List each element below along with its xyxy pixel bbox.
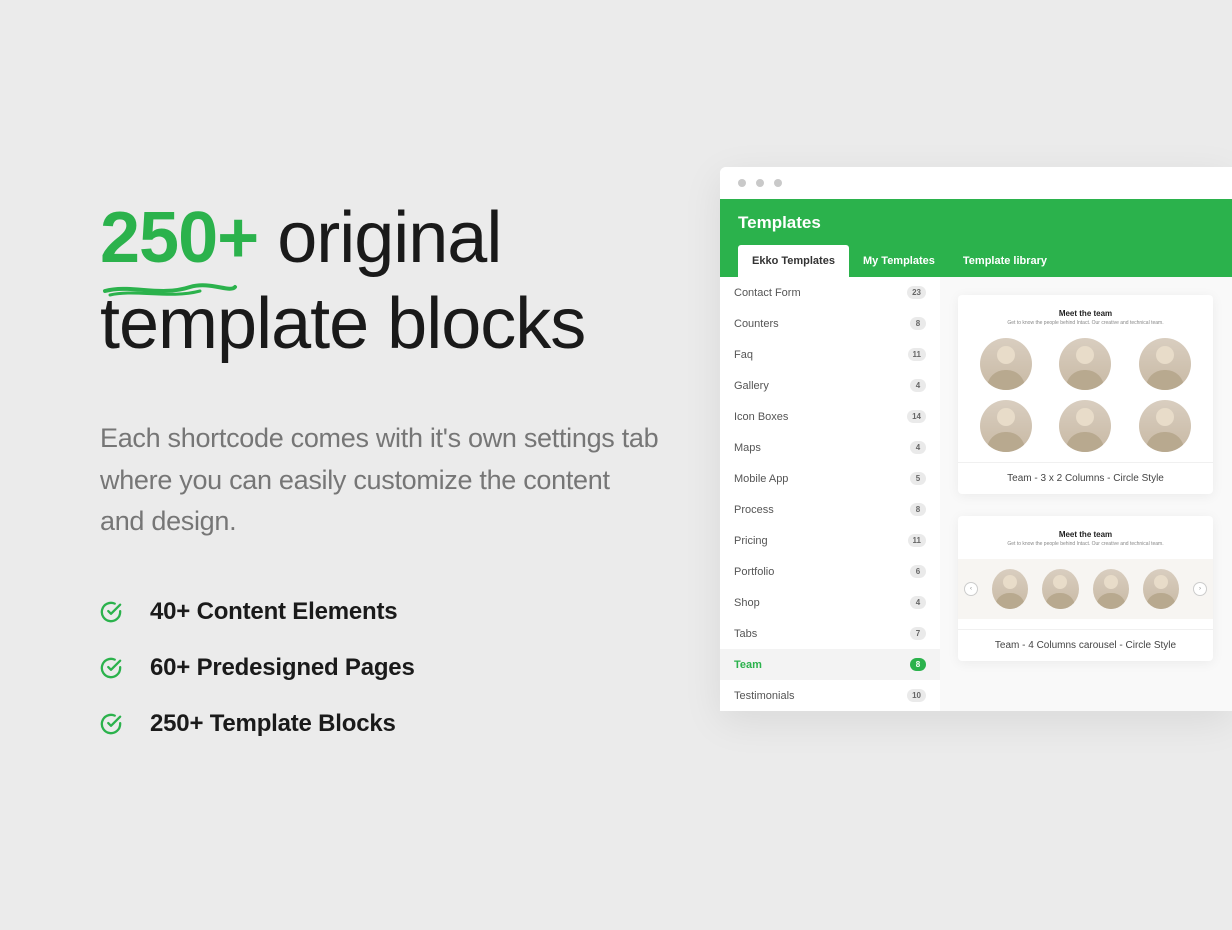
sidebar-item-icon-boxes[interactable]: Icon Boxes 14 — [720, 401, 940, 432]
preview-caption: Team - 4 Columns carousel - Circle Style — [958, 629, 1213, 661]
sidebar-item-label: Mobile App — [734, 473, 788, 485]
subtext: Each shortcode comes with it's own setti… — [100, 418, 660, 544]
count-badge: 6 — [910, 565, 926, 578]
avatar — [980, 400, 1032, 452]
preview-inner: Meet the team Get to know the people beh… — [958, 516, 1213, 629]
sidebar-item-mobile-app[interactable]: Mobile App 5 — [720, 463, 940, 494]
count-badge: 8 — [910, 503, 926, 516]
avatar — [1143, 569, 1179, 609]
feature-item: 250+ Template Blocks — [100, 710, 660, 738]
tab-my-templates[interactable]: My Templates — [849, 245, 949, 277]
preview-sub: Get to know the people behind Intact. Ou… — [974, 320, 1197, 326]
sidebar-item-pricing[interactable]: Pricing 11 — [720, 525, 940, 556]
avatar — [1059, 338, 1111, 390]
tab-template-library[interactable]: Template library — [949, 245, 1061, 277]
sidebar-item-label: Counters — [734, 318, 779, 330]
sidebar-item-label: Shop — [734, 597, 760, 609]
sidebar-item-label: Gallery — [734, 380, 769, 392]
count-badge: 14 — [907, 410, 926, 423]
sidebar-item-label: Contact Form — [734, 287, 801, 299]
templates-title: Templates — [738, 213, 1214, 233]
count-badge: 8 — [910, 658, 926, 671]
feature-text: 60+ Predesigned Pages — [150, 654, 415, 682]
tabs: Ekko Templates My Templates Template lib… — [738, 245, 1214, 277]
carousel-next-icon[interactable]: › — [1193, 582, 1207, 596]
preview-heading: Meet the team — [974, 530, 1197, 539]
sidebar-item-label: Process — [734, 504, 774, 516]
main-heading: 250+ original template blocks — [100, 195, 660, 368]
window-dot — [774, 179, 782, 187]
category-sidebar: Contact Form 23 Counters 8 Faq 11 Gallery 4 Icon… — [720, 277, 940, 711]
underline-scribble-icon — [100, 279, 240, 299]
sidebar-item-gallery[interactable]: Gallery 4 — [720, 370, 940, 401]
count-badge: 4 — [910, 379, 926, 392]
window-dot — [756, 179, 764, 187]
sidebar-item-label: Tabs — [734, 628, 757, 640]
window-dot — [738, 179, 746, 187]
preview-card[interactable]: Meet the team Get to know the people beh… — [958, 295, 1213, 494]
sidebar-item-label: Maps — [734, 442, 761, 454]
check-circle-icon — [100, 657, 122, 679]
count-badge: 7 — [910, 627, 926, 640]
avatar — [1093, 569, 1129, 609]
count-badge: 23 — [907, 286, 926, 299]
feature-item: 40+ Content Elements — [100, 598, 660, 626]
window-controls — [720, 167, 1232, 199]
feature-text: 250+ Template Blocks — [150, 710, 396, 738]
count-badge: 4 — [910, 441, 926, 454]
avatar — [980, 338, 1032, 390]
count-badge: 11 — [908, 534, 926, 547]
templates-body: Contact Form 23 Counters 8 Faq 11 Gallery 4 Icon… — [720, 277, 1232, 711]
avatar — [1042, 569, 1078, 609]
avatar — [1139, 338, 1191, 390]
sidebar-item-label: Icon Boxes — [734, 411, 788, 423]
feature-list: 40+ Content Elements 60+ Predesigned Pag… — [100, 598, 660, 738]
carousel-row: ‹ › — [958, 559, 1213, 619]
feature-text: 40+ Content Elements — [150, 598, 397, 626]
feature-item: 60+ Predesigned Pages — [100, 654, 660, 682]
sidebar-item-portfolio[interactable]: Portfolio 6 — [720, 556, 940, 587]
sidebar-item-label: Testimonials — [734, 690, 795, 702]
sidebar-item-label: Team — [734, 659, 762, 671]
avatar — [992, 569, 1028, 609]
count-badge: 11 — [908, 348, 926, 361]
carousel-prev-icon[interactable]: ‹ — [964, 582, 978, 596]
sidebar-item-maps[interactable]: Maps 4 — [720, 432, 940, 463]
avatar — [1059, 400, 1111, 452]
tab-ekko-templates[interactable]: Ekko Templates — [738, 245, 849, 277]
check-circle-icon — [100, 601, 122, 623]
templates-header: Templates Ekko Templates My Templates Te… — [720, 199, 1232, 277]
sidebar-item-tabs[interactable]: Tabs 7 — [720, 618, 940, 649]
sidebar-item-label: Pricing — [734, 535, 768, 547]
preview-area: Meet the team Get to know the people beh… — [940, 277, 1232, 711]
sidebar-item-counters[interactable]: Counters 8 — [720, 308, 940, 339]
sidebar-item-label: Faq — [734, 349, 753, 361]
sidebar-item-testimonials[interactable]: Testimonials 10 — [720, 680, 940, 711]
heading-accent: 250+ — [100, 195, 258, 281]
sidebar-item-process[interactable]: Process 8 — [720, 494, 940, 525]
count-badge: 10 — [907, 689, 926, 702]
sidebar-item-label: Portfolio — [734, 566, 774, 578]
avatar — [1139, 400, 1191, 452]
sidebar-item-shop[interactable]: Shop 4 — [720, 587, 940, 618]
preview-caption: Team - 3 x 2 Columns - Circle Style — [958, 462, 1213, 494]
sidebar-item-contact-form[interactable]: Contact Form 23 — [720, 277, 940, 308]
preview-heading: Meet the team — [974, 309, 1197, 318]
count-badge: 5 — [910, 472, 926, 485]
count-badge: 8 — [910, 317, 926, 330]
preview-sub: Get to know the people behind Intact. Ou… — [974, 541, 1197, 547]
browser-mockup: Templates Ekko Templates My Templates Te… — [720, 167, 1232, 711]
sidebar-item-team[interactable]: Team 8 — [720, 649, 940, 680]
team-grid — [974, 338, 1197, 452]
sidebar-item-faq[interactable]: Faq 11 — [720, 339, 940, 370]
preview-card[interactable]: Meet the team Get to know the people beh… — [958, 516, 1213, 661]
count-badge: 4 — [910, 596, 926, 609]
check-circle-icon — [100, 713, 122, 735]
marketing-panel: 250+ original template blocks Each short… — [100, 195, 660, 766]
preview-inner: Meet the team Get to know the people beh… — [958, 295, 1213, 462]
